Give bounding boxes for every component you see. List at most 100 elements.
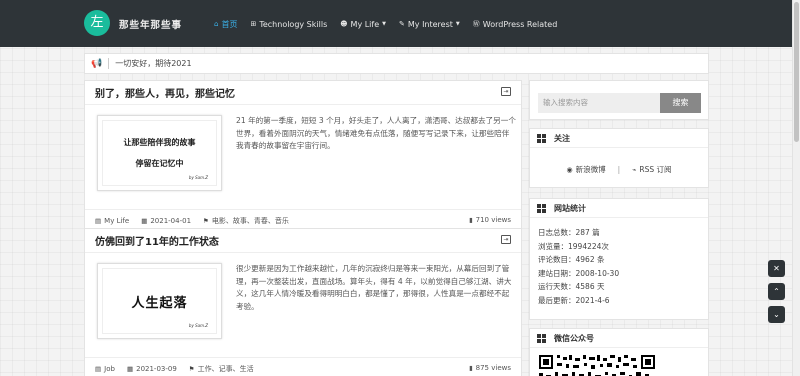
- site-name[interactable]: 那些年那些事: [119, 17, 182, 31]
- users-icon: ☻: [340, 20, 348, 28]
- post-excerpt: 21 年的第一季度，短短 3 个月，好头走了，人人离了，潇洒哥、达叔都去了另一个…: [236, 116, 516, 150]
- stat-comment-count: 评论数目：4962 条: [538, 255, 605, 264]
- post-meta: ▤ Job ▦ 2021-03-09 ⚑ 工作、记事、生活 ▮ 875 views: [85, 357, 521, 376]
- post-card: 别了，那些人，再见，那些记忆 ⇥ 让那些陪伴我的故事 停留在记忆中 by Sam…: [84, 80, 522, 232]
- category-label: My Life: [104, 216, 130, 225]
- search-widget: 输入搜索内容 搜索: [529, 80, 709, 120]
- post-header: 别了，那些人，再见，那些记忆 ⇥: [85, 81, 521, 105]
- main-nav: ⌂ 首页 ⊞ Technology Skills ☻ My Life ▼ ✎ M…: [214, 17, 570, 31]
- views-label: 710 views: [475, 216, 511, 224]
- nav-item-home[interactable]: ⌂ 首页: [214, 19, 237, 30]
- stat-running-days: 运行天数：4586 天: [538, 282, 605, 291]
- post-thumbnail[interactable]: 人生起落 by Sam.Z: [97, 263, 222, 339]
- bar-chart-icon: ▮: [469, 216, 473, 224]
- nav-item-label: Technology Skills: [259, 19, 328, 29]
- post-views: ▮ 875 views: [469, 364, 511, 372]
- tag-icon: ⚑: [203, 216, 209, 225]
- folder-icon: ▤: [95, 216, 102, 225]
- post-category[interactable]: ▤ My Life: [95, 217, 129, 225]
- windows-icon: ⊞: [250, 20, 257, 28]
- post-date: ▦ 2021-04-01: [141, 217, 191, 225]
- wrench-icon: ✎: [399, 20, 405, 28]
- nav-item-technology-skills[interactable]: ⊞ Technology Skills: [250, 20, 327, 29]
- divider: |: [617, 165, 621, 174]
- widget-header: 网站统计: [530, 199, 708, 218]
- weibo-label: 新浪微博: [575, 165, 606, 174]
- wechat-widget: 微信公众号: [529, 328, 709, 376]
- scroll-down-button[interactable]: ⌄: [768, 306, 785, 323]
- rss-icon: ⌁: [632, 166, 637, 174]
- widget-title: 网站统计: [554, 203, 586, 213]
- date-label: 2021-04-01: [150, 216, 192, 225]
- thumbnail-signature: by Sam.Z: [188, 323, 208, 328]
- weibo-link[interactable]: ◉ 新浪微博: [567, 164, 606, 175]
- announcement-text: 一切安好，期待2021: [115, 59, 192, 68]
- widget-header: 关注: [530, 129, 708, 148]
- post-thumbnail[interactable]: 让那些陪伴我的故事 停留在记忆中 by Sam.Z: [97, 115, 222, 191]
- post-body: 人生起落 by Sam.Z 很少更新是因为工作越来越忙，几年的沉寂终归是等来一束…: [85, 253, 521, 357]
- search-button[interactable]: 搜索: [660, 93, 701, 113]
- divider: [108, 58, 110, 69]
- stat-last-update: 最后更新：2021-4-6: [538, 295, 610, 305]
- announcement-bar: 📢 一切安好，期待2021: [84, 53, 709, 74]
- thumbnail-text: 停留在记忆中: [135, 158, 184, 168]
- site-stats-widget: 网站统计 日志总数：287 篇 浏览量：1994224次 评论数目：4962 条…: [529, 198, 709, 320]
- search-input[interactable]: 输入搜索内容: [538, 93, 660, 113]
- scroll-up-button[interactable]: ⌃: [768, 283, 785, 300]
- post-card: 仿佛回到了11年的工作状态 ⇥ 人生起落 by Sam.Z 很少更新是因为工作越…: [84, 228, 522, 376]
- thumbnail-frame: 让那些陪伴我的故事 停留在记忆中 by Sam.Z: [102, 120, 217, 186]
- stat-post-count: 日志总数：287 篇: [538, 228, 600, 237]
- nav-item-my-interest[interactable]: ✎ My Interest ▼: [399, 20, 460, 29]
- widget-title: 关注: [554, 133, 570, 143]
- open-post-icon[interactable]: ⇥: [501, 235, 511, 244]
- site-logo[interactable]: 左: [84, 10, 110, 36]
- category-label: Job: [104, 364, 115, 373]
- grid-icon: [537, 203, 546, 213]
- tags-label: 电影、故事、青春、音乐: [211, 216, 289, 225]
- post-title[interactable]: 仿佛回到了11年的工作状态: [95, 233, 219, 248]
- open-post-icon[interactable]: ⇥: [501, 87, 511, 96]
- widget-header: 微信公众号: [530, 329, 708, 348]
- weibo-icon: ◉: [566, 166, 573, 174]
- post-body: 让那些陪伴我的故事 停留在记忆中 by Sam.Z 21 年的第一季度，短短 3…: [85, 105, 521, 209]
- rss-link[interactable]: ⌁ RSS 订阅: [632, 164, 671, 175]
- post-title[interactable]: 别了，那些人，再见，那些记忆: [95, 85, 235, 100]
- grid-icon: [537, 333, 546, 343]
- calendar-icon: ▦: [126, 364, 134, 373]
- thumbnail-text: 人生起落: [131, 295, 188, 311]
- megaphone-icon: 📢: [91, 58, 103, 69]
- home-icon: ⌂: [214, 20, 219, 28]
- wordpress-icon: Ⓦ: [472, 20, 480, 28]
- post-tags[interactable]: ⚑ 工作、记事、生活: [189, 364, 254, 374]
- stat-launch-date: 建站日期：2008-10-30: [538, 268, 620, 278]
- nav-item-my-life[interactable]: ☻ My Life ▼: [340, 20, 386, 29]
- close-button[interactable]: ✕: [768, 260, 785, 277]
- date-label: 2021-03-09: [136, 364, 177, 373]
- views-label: 875 views: [475, 364, 511, 372]
- follow-widget: 关注 ◉ 新浪微博 | ⌁ RSS 订阅: [529, 128, 709, 188]
- chevron-down-icon: ▼: [382, 21, 387, 27]
- stats-list: 日志总数：287 篇 浏览量：1994224次 评论数目：4962 条 建站日期…: [530, 218, 708, 307]
- nav-item-wordpress-related[interactable]: Ⓦ WordPress Related: [473, 19, 558, 29]
- stat-page-views: 浏览量：1994224次: [538, 241, 609, 251]
- folder-icon: ▤: [95, 364, 102, 373]
- post-excerpt: 很少更新是因为工作越来越忙，几年的沉寂终归是等来一束阳光，从幕后回到了管理，再一…: [236, 264, 512, 311]
- post-tags[interactable]: ⚑ 电影、故事、青春、音乐: [203, 216, 289, 226]
- post-header: 仿佛回到了11年的工作状态 ⇥: [85, 229, 521, 253]
- page-scrollbar[interactable]: [792, 0, 800, 376]
- post-category[interactable]: ▤ Job: [95, 365, 115, 373]
- tags-label: 工作、记事、生活: [197, 364, 254, 373]
- bar-chart-icon: ▮: [469, 364, 473, 372]
- nav-item-label: My Life: [350, 19, 380, 29]
- calendar-icon: ▦: [141, 216, 148, 225]
- nav-item-label: My Interest: [407, 19, 453, 29]
- rss-label: RSS 订阅: [639, 165, 672, 174]
- scrollbar-thumb[interactable]: [794, 2, 799, 142]
- widget-title: 微信公众号: [554, 333, 594, 343]
- grid-icon: [537, 133, 546, 143]
- post-date: ▦ 2021-03-09: [127, 365, 177, 373]
- top-navbar: 左 那些年那些事 ⌂ 首页 ⊞ Technology Skills ☻ My L…: [0, 0, 792, 47]
- thumbnail-frame: 人生起落 by Sam.Z: [102, 268, 217, 334]
- thumbnail-signature: by Sam.Z: [188, 175, 208, 180]
- follow-links: ◉ 新浪微博 | ⌁ RSS 订阅: [530, 164, 708, 175]
